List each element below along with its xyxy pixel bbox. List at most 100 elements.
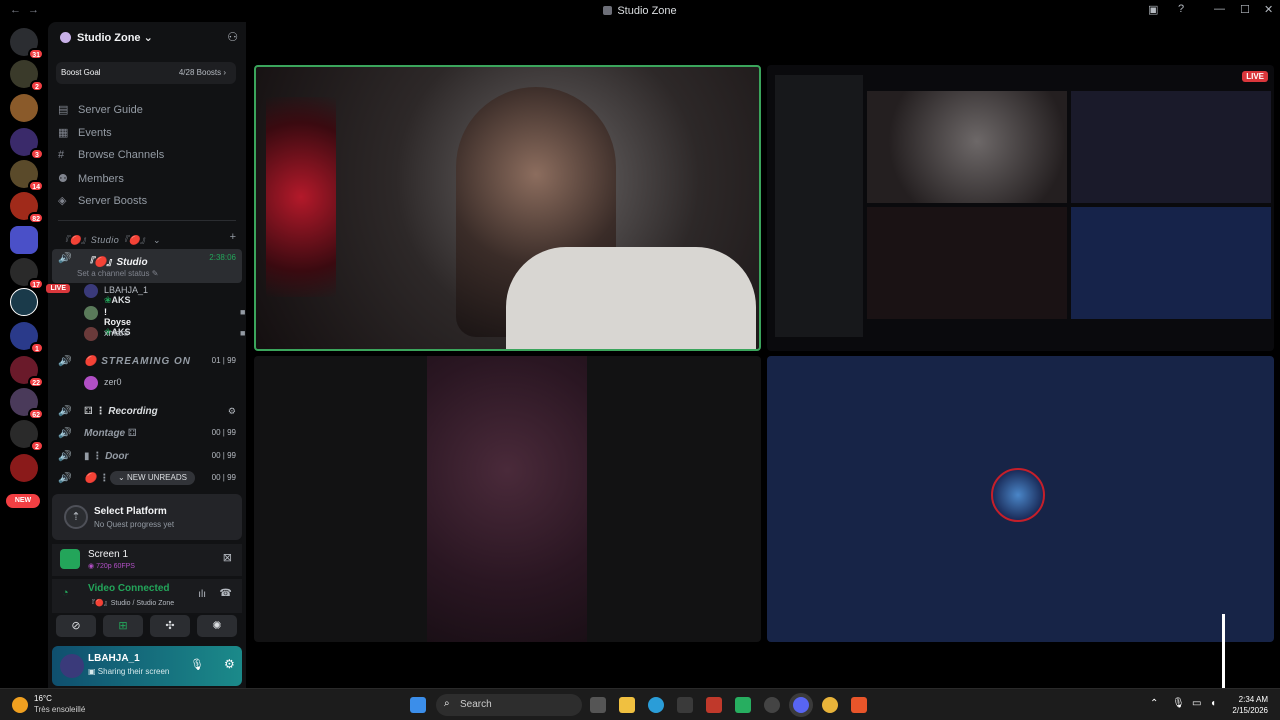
video-tile-user[interactable] <box>254 356 761 642</box>
channel-timer: 2:38:06 <box>209 253 236 262</box>
file-explorer-icon[interactable] <box>619 697 635 713</box>
windows-start-icon[interactable] <box>410 697 426 713</box>
microphone-icon[interactable]: 🎙 <box>1172 698 1185 709</box>
voice-channel-studio[interactable]: 🔊 『🔴』Studio 2:38:06 Set a channel status… <box>52 249 242 283</box>
live-badge: LIVE <box>1242 71 1268 82</box>
stop-stream-icon[interactable]: ⊠ <box>223 551 232 564</box>
screen-share-button-icon[interactable]: ⊞ <box>103 615 143 637</box>
boost-gem-icon: ◈ <box>58 195 67 207</box>
voice-channel-montage[interactable]: 🔊 Montage ⚃ 00 | 99 <box>52 424 242 444</box>
server-icon[interactable]: 1 <box>10 322 44 354</box>
nested-sidebar <box>775 75 863 337</box>
avatar <box>84 376 98 390</box>
discord-icon[interactable] <box>793 697 809 713</box>
edge-browser-icon[interactable] <box>648 697 664 713</box>
menu-events[interactable]: ▦ Events <box>58 126 112 144</box>
store-icon[interactable] <box>677 697 693 713</box>
soundboard-icon[interactable]: ✺ <box>197 615 237 637</box>
signal-icon[interactable]: ◔ <box>62 587 69 599</box>
nested-video <box>867 91 1067 203</box>
mention-badge: 2 <box>30 80 44 92</box>
avatar[interactable] <box>60 654 84 678</box>
voice-channel-door[interactable]: 🔊 ▮ ⋮ Door 00 | 99 <box>52 447 242 467</box>
server-icon[interactable] <box>10 454 38 482</box>
volume-icon[interactable]: ◖ <box>1210 698 1216 709</box>
screen-share-tile[interactable]: LIVE <box>767 65 1274 351</box>
create-channel-icon[interactable]: + <box>230 231 236 243</box>
screen-share-panel: Screen 1 ◉ 720p 60FPS ⊠ <box>52 544 242 576</box>
channel-settings-icon[interactable]: ⚙ <box>228 406 236 417</box>
server-name: Studio Zone ⌄ <box>77 32 153 44</box>
task-view-icon[interactable] <box>590 697 606 713</box>
category-studio[interactable]: 『🔴』Studio『🔴』 ⌄ <box>60 233 161 246</box>
invite-people-icon[interactable]: ⚇ <box>227 30 238 44</box>
server-icon[interactable] <box>10 94 38 122</box>
mention-badge: 17 <box>28 278 44 290</box>
video-tile-studio-user[interactable] <box>254 65 761 351</box>
camera-icon: ■ <box>240 307 246 317</box>
activities-icon[interactable]: ✣ <box>150 615 190 637</box>
server-icon[interactable]: 2 <box>10 420 44 452</box>
server-icon[interactable]: 3 <box>10 128 44 160</box>
clock-time[interactable]: 2:34 AM <box>1230 695 1268 704</box>
menu-browse-channels[interactable]: # Browse Channels <box>58 149 164 167</box>
chevron-up-icon[interactable]: ⌃ <box>1150 698 1158 709</box>
server-header[interactable]: Studio Zone ⌄ ⚇ <box>48 22 246 54</box>
user-avatar <box>991 468 1045 522</box>
boost-goal-progress: 4/28 Boosts › <box>178 68 226 77</box>
brave-icon[interactable] <box>851 697 867 713</box>
channel-sidebar: Studio Zone ⌄ ⚇ Boost Goal 4/28 Boosts ›… <box>46 22 246 688</box>
nested-video <box>867 207 1067 319</box>
help-icon[interactable]: ? <box>1178 3 1184 15</box>
calendar-icon: ▦ <box>58 127 69 139</box>
noise-suppression-icon[interactable]: ılı <box>198 589 206 600</box>
folder-icon[interactable] <box>10 226 38 254</box>
menu-server-guide[interactable]: ▤ Server Guide <box>58 103 143 121</box>
channel-status[interactable]: Set a channel status ✎ <box>77 269 158 278</box>
app-icon[interactable] <box>735 697 751 713</box>
weather-sun-icon[interactable] <box>12 697 28 713</box>
camera-off-icon[interactable]: ⊘ <box>56 615 96 637</box>
server-icon[interactable]: 82 <box>10 192 44 224</box>
avatar <box>84 327 98 341</box>
chrome-icon[interactable] <box>822 697 838 713</box>
inbox-icon[interactable]: ▣ <box>1148 3 1158 16</box>
microphone-icon[interactable]: 🎙 <box>190 658 204 671</box>
boost-goal-bar[interactable]: Boost Goal 4/28 Boosts › <box>56 62 236 84</box>
voice-channel-link[interactable]: 『🔴』Studio / Studio Zone <box>88 598 174 608</box>
dim-video <box>427 356 587 642</box>
user-limit: 00 | 99 <box>211 451 236 460</box>
window-titlebar: ← → Studio Zone ▣ ? — ☐ ✕ <box>0 0 1280 22</box>
voice-channel-streaming[interactable]: 🔊 🔴 STREAMING ON 01 | 99 <box>52 352 242 372</box>
minimize-icon[interactable]: — <box>1214 3 1225 15</box>
network-icon[interactable]: ▭ <box>1192 698 1201 709</box>
voice-channel-recording[interactable]: 🔊 ⚃ ⋮ Recording ⚙ <box>52 402 242 422</box>
app-icon[interactable] <box>764 697 780 713</box>
maximize-icon[interactable]: ☐ <box>1240 3 1250 16</box>
server-icon[interactable]: 22 <box>10 356 44 388</box>
menu-members[interactable]: ⚉ Members <box>58 172 124 190</box>
server-icon[interactable]: 2 <box>10 60 44 92</box>
studio-zone-server-icon[interactable] <box>10 288 38 316</box>
new-unreads-pill[interactable]: ⌄ NEW UNREADS <box>110 471 195 485</box>
server-icon[interactable]: 17 <box>10 258 44 290</box>
app-icon[interactable] <box>706 697 722 713</box>
server-icon[interactable]: 14 <box>10 160 44 192</box>
user-name: LBAHJA_1 <box>88 653 140 664</box>
clock-date[interactable]: 2/15/2026 <box>1226 706 1268 715</box>
close-icon[interactable]: ✕ <box>1264 3 1273 16</box>
menu-server-boosts[interactable]: ◈ Server Boosts <box>58 194 147 212</box>
disconnect-icon[interactable]: ☎ <box>220 588 232 599</box>
settings-gear-icon[interactable]: ⚙ <box>224 657 235 671</box>
user-limit: 00 | 99 <box>211 473 236 482</box>
dm-home-icon[interactable]: 31 <box>10 28 44 60</box>
server-icon[interactable]: 62 <box>10 388 44 420</box>
server-list: 31 2 3 14 82 17 1 22 62 2 NEW <box>0 22 48 688</box>
taskbar-search[interactable]: ⌕ Search <box>436 694 582 716</box>
voice-controls: ⊘ ⊞ ✣ ✺ <box>56 615 242 639</box>
quest-panel[interactable]: ⇡ Select Platform No Quest progress yet <box>52 494 242 540</box>
mention-badge: 2 <box>30 440 44 452</box>
new-servers-pill[interactable]: NEW <box>6 494 40 508</box>
video-tile-avatar[interactable] <box>767 356 1274 642</box>
weather-desc: Très ensoleillé <box>34 705 86 714</box>
